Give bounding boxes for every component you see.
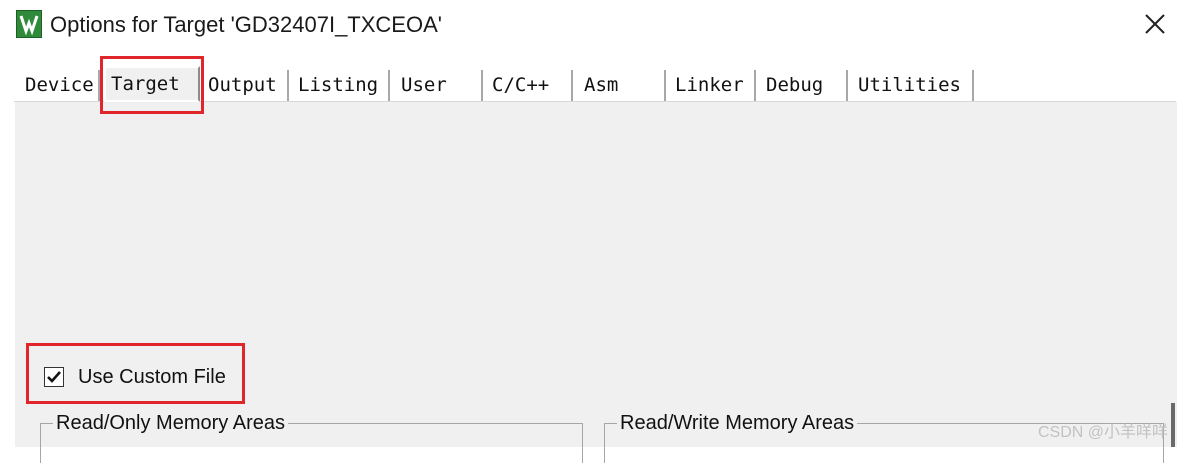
tab-asm[interactable]: Asm	[579, 70, 666, 101]
read-write-memory-title: Read/Write Memory Areas	[617, 412, 858, 435]
keil-uvision-icon	[16, 10, 42, 38]
tab-output[interactable]: Output	[203, 70, 289, 101]
tab-utilities[interactable]: Utilities	[853, 70, 974, 101]
tab-debug[interactable]: Debug	[761, 70, 848, 101]
tab-cpp[interactable]: C/C++	[487, 70, 573, 101]
title-bar: Options for Target 'GD32407I_TXCEOA'	[0, 0, 1184, 50]
watermark: CSDN @小羊咩咩	[1038, 424, 1169, 441]
highlight-custom-file	[26, 343, 245, 404]
panel-edge	[1171, 403, 1175, 447]
tab-listing[interactable]: Listing	[293, 70, 390, 101]
tab-device[interactable]: Device	[20, 70, 100, 101]
close-button[interactable]	[1130, 4, 1180, 44]
tab-linker[interactable]: Linker	[670, 70, 756, 101]
read-only-memory-group: Read/Only Memory Areas	[40, 412, 583, 463]
tab-user[interactable]: User	[396, 70, 483, 101]
highlight-target-tab	[100, 56, 204, 114]
close-icon	[1145, 14, 1165, 34]
read-only-memory-title: Read/Only Memory Areas	[53, 412, 288, 435]
window-title: Options for Target 'GD32407I_TXCEOA'	[50, 12, 442, 37]
